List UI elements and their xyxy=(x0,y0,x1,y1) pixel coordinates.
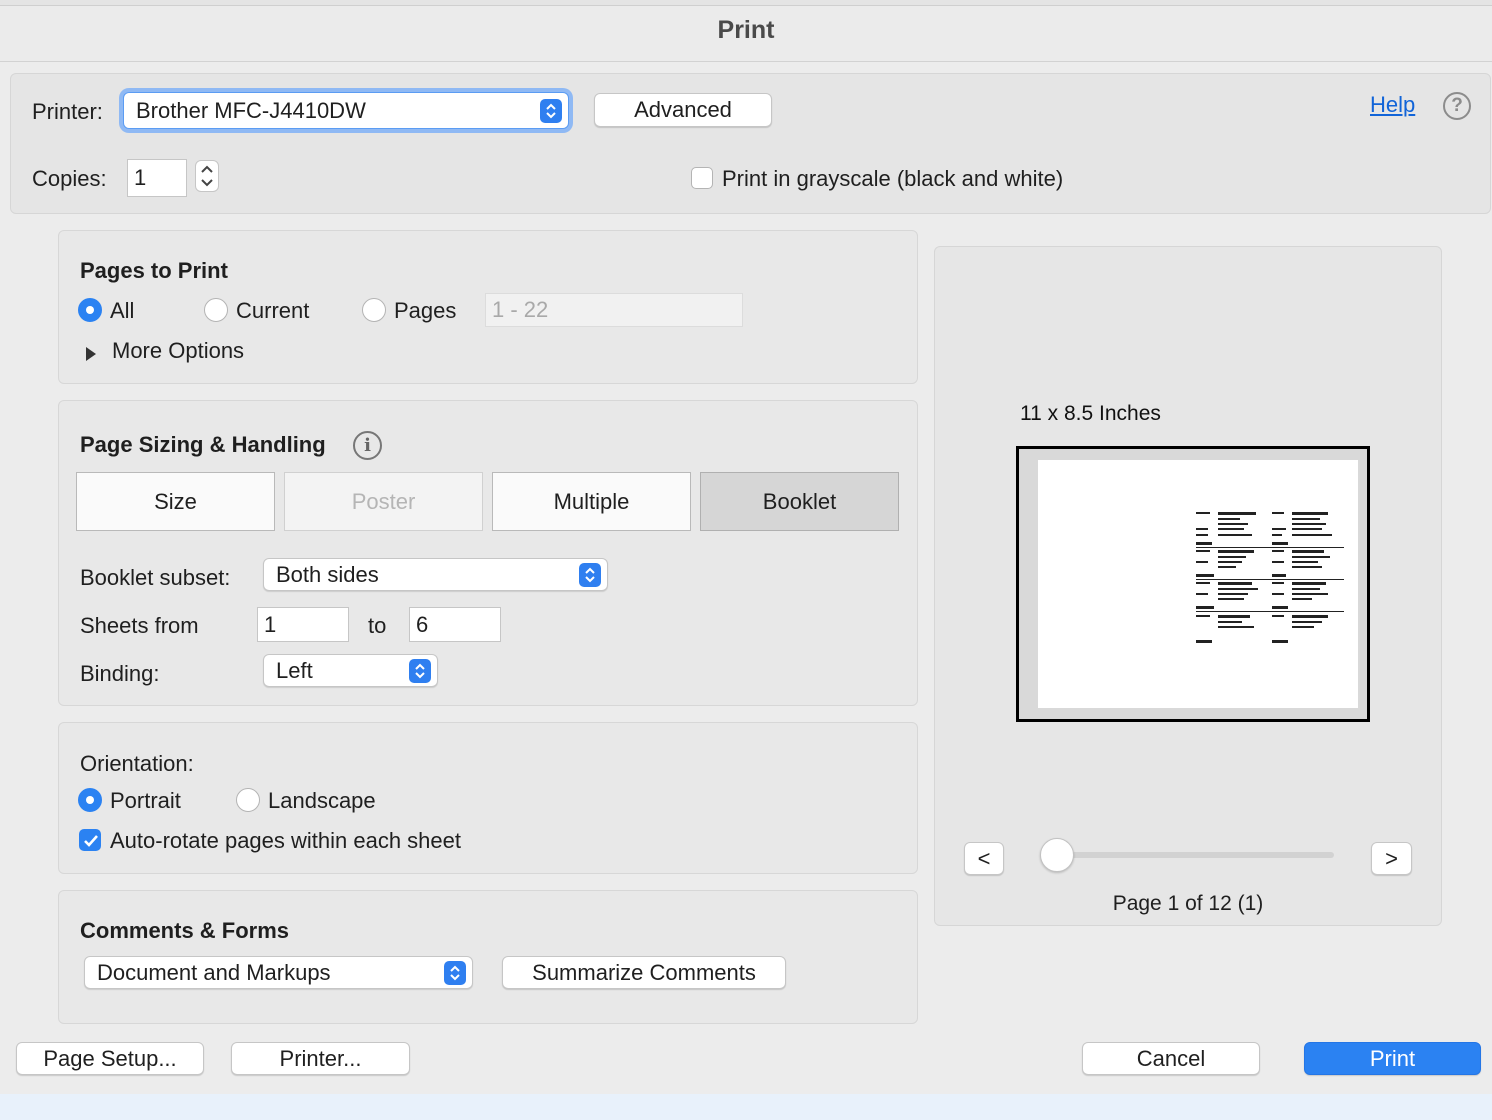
summarize-comments-button[interactable]: Summarize Comments xyxy=(502,956,786,989)
grayscale-checkbox[interactable] xyxy=(691,167,713,189)
page-sizing-heading: Page Sizing & Handling xyxy=(80,432,326,457)
preview-page xyxy=(1038,460,1358,708)
radio-all-label: All xyxy=(110,298,135,323)
printer-select[interactable]: Brother MFC-J4410DW xyxy=(123,92,569,129)
previous-page-button[interactable]: < xyxy=(964,842,1004,875)
updown-chevron-icon xyxy=(409,658,431,683)
binding-label: Binding: xyxy=(80,661,160,686)
sheets-from-input[interactable]: 1 xyxy=(257,607,349,642)
help-icon[interactable]: ? xyxy=(1443,92,1471,120)
sheets-to-input[interactable]: 6 xyxy=(409,607,501,642)
sheets-to-label: to xyxy=(368,613,387,638)
radio-landscape-label: Landscape xyxy=(268,788,376,813)
radio-portrait[interactable] xyxy=(78,788,102,812)
tab-booklet[interactable]: Booklet xyxy=(700,472,899,531)
radio-pages[interactable] xyxy=(362,298,386,322)
window-title: Print xyxy=(717,16,775,44)
booklet-subset-label: Booklet subset: xyxy=(80,565,231,590)
print-button[interactable]: Print xyxy=(1304,1042,1481,1075)
page-slider-knob[interactable] xyxy=(1040,838,1074,872)
radio-pages-label: Pages xyxy=(394,298,457,323)
radio-landscape[interactable] xyxy=(236,788,260,812)
copies-label: Copies: xyxy=(32,166,107,191)
radio-all[interactable] xyxy=(78,298,102,322)
auto-rotate-checkbox[interactable] xyxy=(79,829,101,851)
page-slider-track[interactable] xyxy=(1058,852,1334,858)
tab-poster[interactable]: Poster xyxy=(284,472,483,531)
radio-current-label: Current xyxy=(236,298,310,323)
comments-forms-value: Document and Markups xyxy=(97,959,331,985)
bottom-strip xyxy=(0,1094,1492,1120)
tab-size[interactable]: Size xyxy=(76,472,275,531)
updown-chevron-icon xyxy=(540,98,562,123)
pages-range-input[interactable]: 1 - 22 xyxy=(485,293,743,327)
page-status: Page 1 of 12 (1) xyxy=(1112,892,1264,915)
sheets-from-label: Sheets from xyxy=(80,613,199,638)
binding-select[interactable]: Left xyxy=(263,654,438,687)
printer-label: Printer: xyxy=(32,99,103,124)
cancel-button[interactable]: Cancel xyxy=(1082,1042,1260,1075)
disclosure-triangle-icon[interactable] xyxy=(84,342,98,368)
binding-value: Left xyxy=(276,657,313,683)
grayscale-label: Print in grayscale (black and white) xyxy=(722,166,1064,191)
copies-stepper[interactable] xyxy=(195,160,219,192)
booklet-subset-value: Both sides xyxy=(276,561,379,587)
comments-forms-heading: Comments & Forms xyxy=(80,918,290,943)
advanced-button[interactable]: Advanced xyxy=(594,93,772,127)
updown-chevron-icon xyxy=(579,562,601,587)
next-page-button[interactable]: > xyxy=(1371,842,1412,875)
info-icon[interactable]: i xyxy=(353,431,382,460)
stepper-arrows-icon xyxy=(201,165,213,187)
booklet-subset-select[interactable]: Both sides xyxy=(263,558,608,591)
checkmark-icon xyxy=(84,835,98,847)
auto-rotate-label: Auto-rotate pages within each sheet xyxy=(110,828,462,853)
updown-chevron-icon xyxy=(444,960,466,985)
more-options-label[interactable]: More Options xyxy=(112,338,244,364)
radio-current[interactable] xyxy=(204,298,228,322)
printer-select-value: Brother MFC-J4410DW xyxy=(136,97,366,123)
page-setup-button[interactable]: Page Setup... xyxy=(16,1042,204,1075)
orientation-heading: Orientation: xyxy=(80,751,194,776)
help-link[interactable]: Help xyxy=(1370,92,1415,118)
copies-input[interactable]: 1 xyxy=(127,159,187,197)
document-thumbnail xyxy=(1196,512,1344,643)
tab-multiple[interactable]: Multiple xyxy=(492,472,691,531)
paper-size-label: 11 x 8.5 Inches xyxy=(1020,402,1161,425)
radio-portrait-label: Portrait xyxy=(110,788,181,813)
comments-forms-select[interactable]: Document and Markups xyxy=(84,956,473,989)
pages-to-print-heading: Pages to Print xyxy=(80,258,228,283)
printer-button[interactable]: Printer... xyxy=(231,1042,410,1075)
